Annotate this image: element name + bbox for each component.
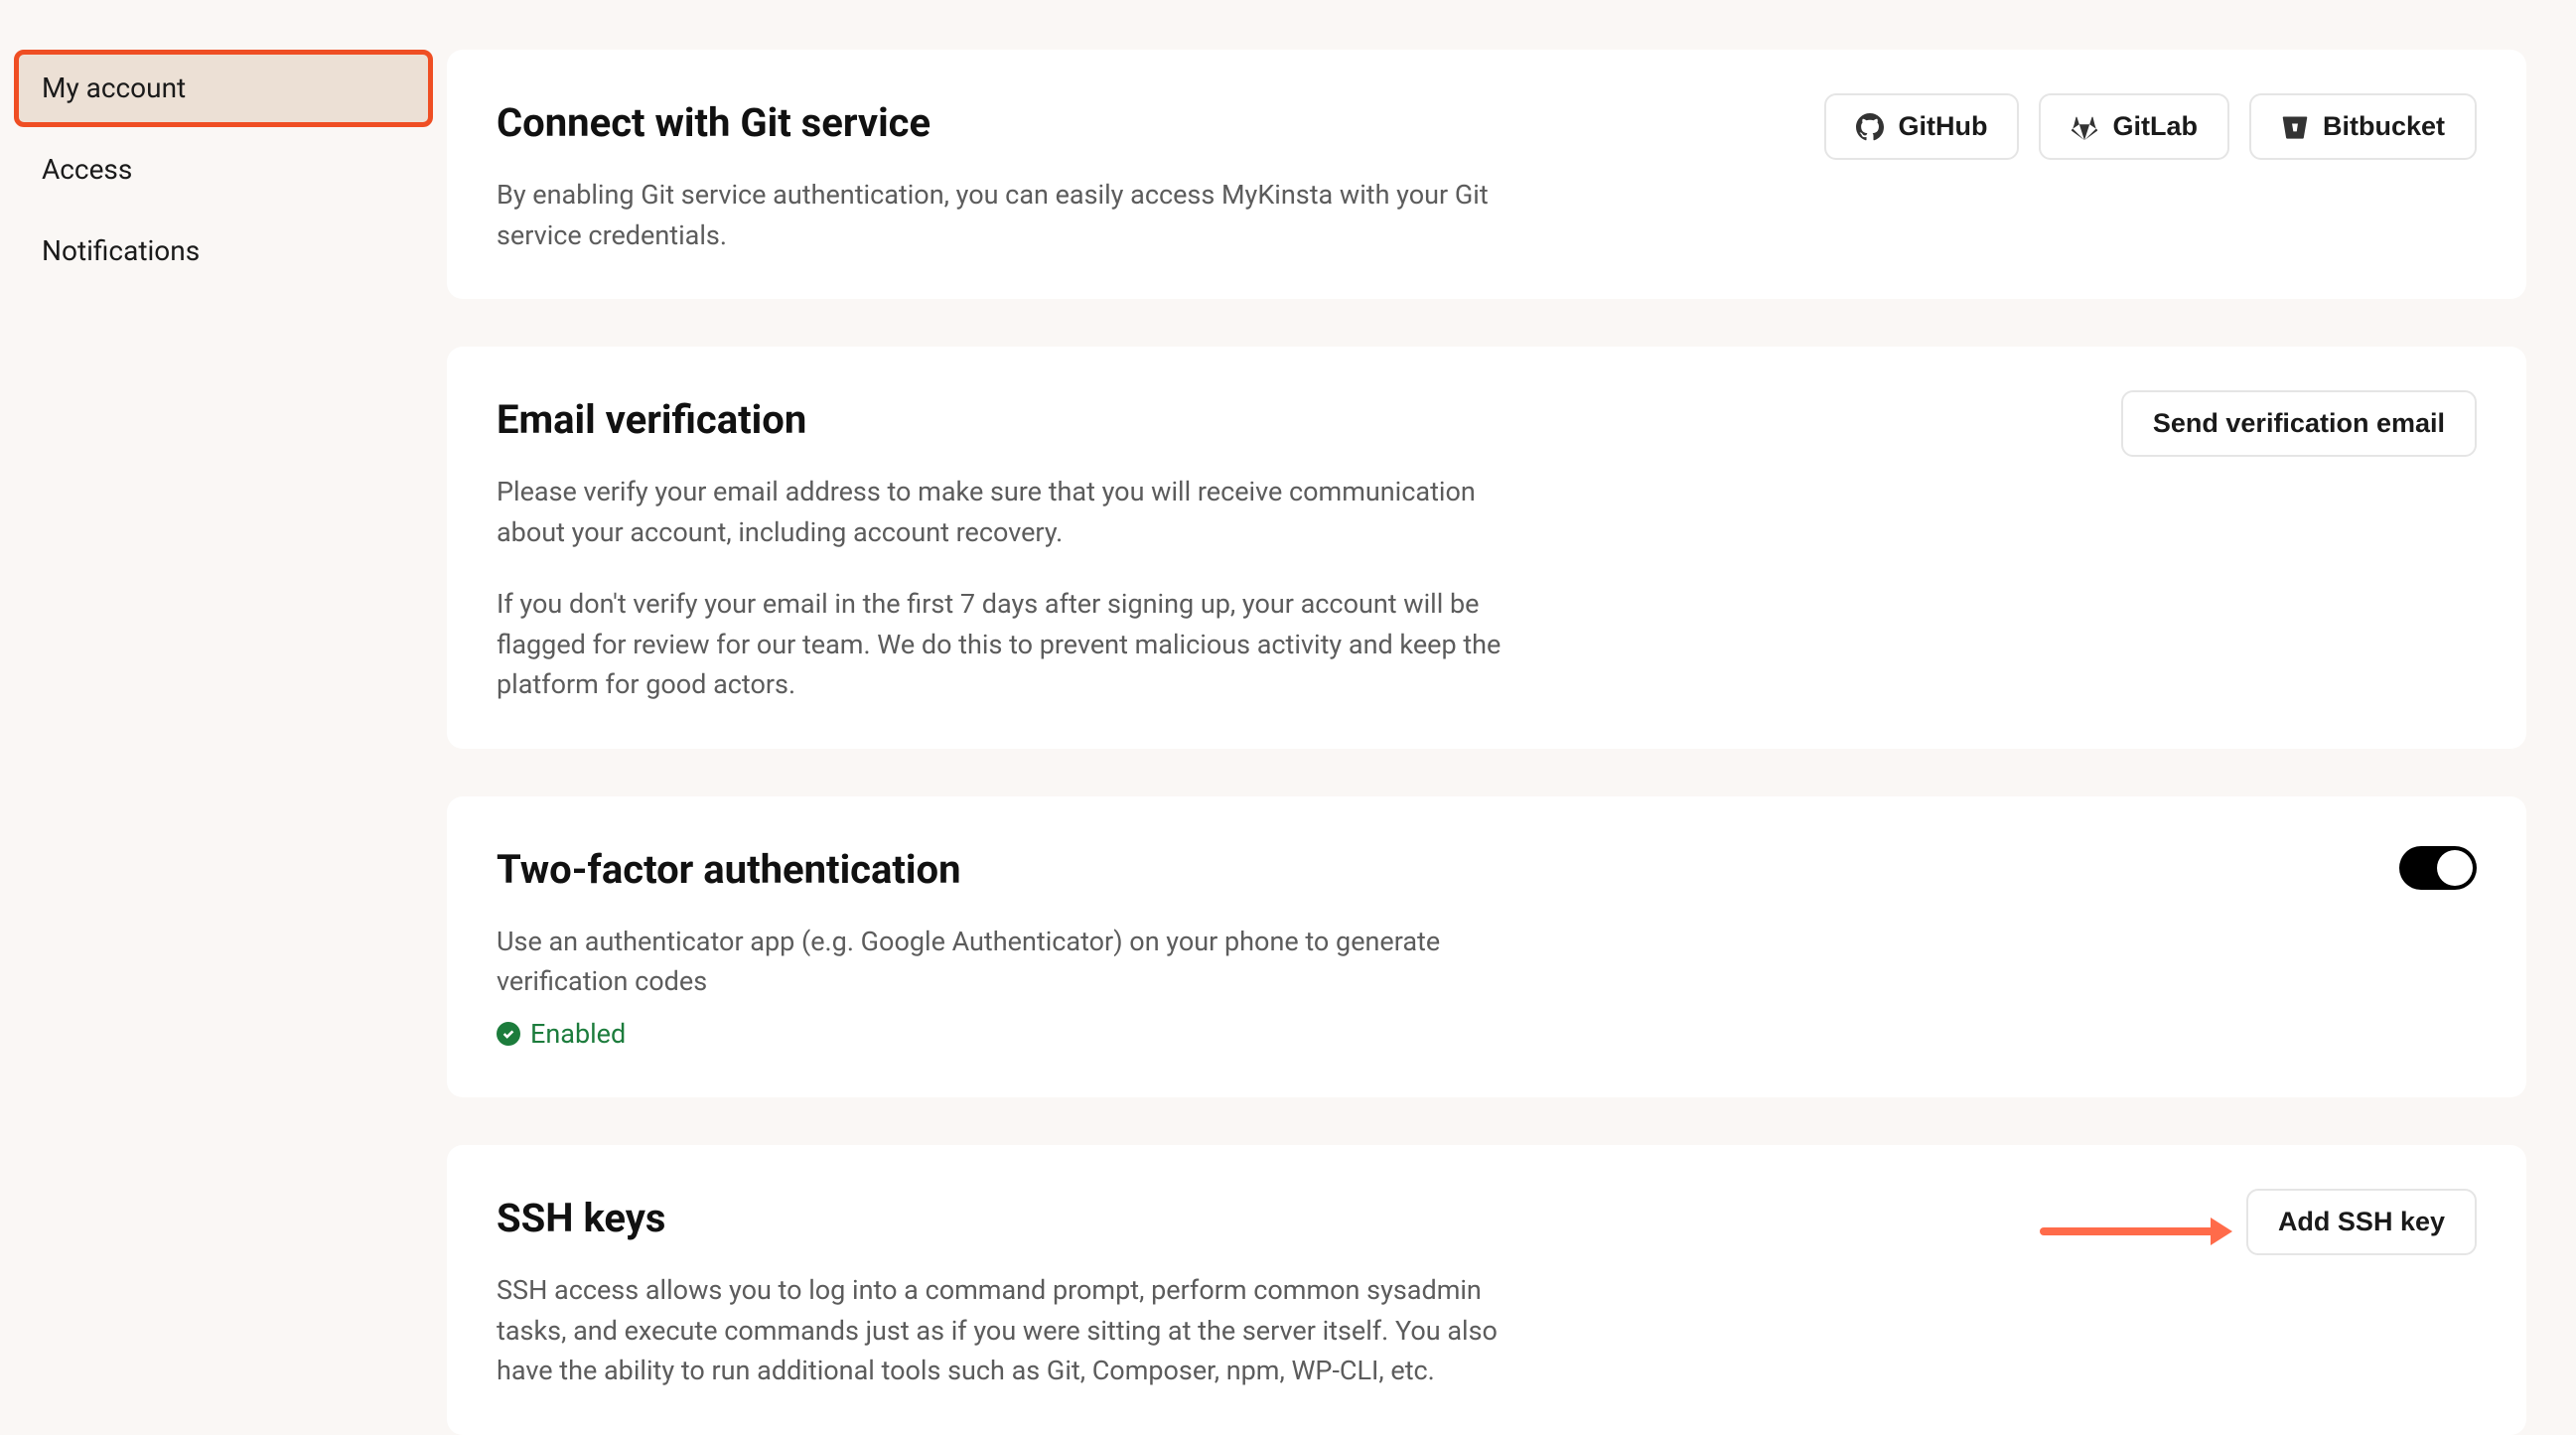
check-icon xyxy=(497,1022,520,1046)
ssh-keys-card: SSH keys SSH access allows you to log in… xyxy=(447,1145,2526,1435)
ssh-keys-title: SSH keys xyxy=(497,1189,1509,1248)
email-verification-card: Email verification Please verify your em… xyxy=(447,347,2526,749)
git-service-title: Connect with Git service xyxy=(497,93,1509,153)
ssh-keys-actions: Add SSH key xyxy=(2040,1189,2477,1255)
sidebar-item-my-account[interactable]: My account xyxy=(14,50,433,127)
sidebar-item-label: Notifications xyxy=(42,234,200,267)
twofa-card: Two-factor authentication Use an authent… xyxy=(447,796,2526,1098)
twofa-status-label: Enabled xyxy=(530,1014,626,1055)
git-service-description: By enabling Git service authentication, … xyxy=(497,175,1509,255)
gitlab-button[interactable]: GitLab xyxy=(2039,93,2229,160)
bitbucket-button[interactable]: Bitbucket xyxy=(2249,93,2477,160)
twofa-status: Enabled xyxy=(497,1014,626,1055)
email-verification-actions: Send verification email xyxy=(2121,390,2477,457)
email-verification-title: Email verification xyxy=(497,390,1509,450)
email-verification-p1: Please verify your email address to make… xyxy=(497,472,1509,552)
send-verification-button[interactable]: Send verification email xyxy=(2121,390,2477,457)
github-button[interactable]: GitHub xyxy=(1824,93,2019,160)
bitbucket-label: Bitbucket xyxy=(2323,111,2445,142)
annotation-arrow-icon xyxy=(2040,1227,2228,1235)
twofa-text: Two-factor authentication Use an authent… xyxy=(497,840,1509,1055)
sidebar: My account Access Notifications xyxy=(0,50,447,1351)
email-verification-text: Email verification Please verify your em… xyxy=(497,390,1509,705)
github-icon xyxy=(1856,113,1884,141)
main-content: Connect with Git service By enabling Git… xyxy=(447,50,2576,1351)
ssh-keys-text: SSH keys SSH access allows you to log in… xyxy=(497,1189,1509,1391)
email-verification-p2: If you don't verify your email in the fi… xyxy=(497,584,1509,705)
gitlab-label: GitLab xyxy=(2112,111,2198,142)
sidebar-item-access[interactable]: Access xyxy=(14,131,433,209)
git-service-text: Connect with Git service By enabling Git… xyxy=(497,93,1509,255)
twofa-description: Use an authenticator app (e.g. Google Au… xyxy=(497,922,1509,1002)
add-ssh-key-button[interactable]: Add SSH key xyxy=(2246,1189,2477,1255)
git-service-card: Connect with Git service By enabling Git… xyxy=(447,50,2526,299)
add-ssh-key-label: Add SSH key xyxy=(2278,1207,2445,1237)
twofa-toggle[interactable] xyxy=(2399,846,2477,890)
toggle-knob xyxy=(2437,850,2473,886)
sidebar-item-label: My account xyxy=(42,72,186,104)
github-label: GitHub xyxy=(1898,111,1987,142)
send-verification-label: Send verification email xyxy=(2153,408,2445,439)
gitlab-icon xyxy=(2071,113,2098,141)
sidebar-item-label: Access xyxy=(42,153,132,186)
sidebar-item-notifications[interactable]: Notifications xyxy=(14,213,433,290)
git-provider-actions: GitHub GitLab Bitbucket xyxy=(1824,93,2477,160)
bitbucket-icon xyxy=(2281,113,2309,141)
ssh-keys-description: SSH access allows you to log into a comm… xyxy=(497,1270,1509,1391)
twofa-title: Two-factor authentication xyxy=(497,840,1509,900)
